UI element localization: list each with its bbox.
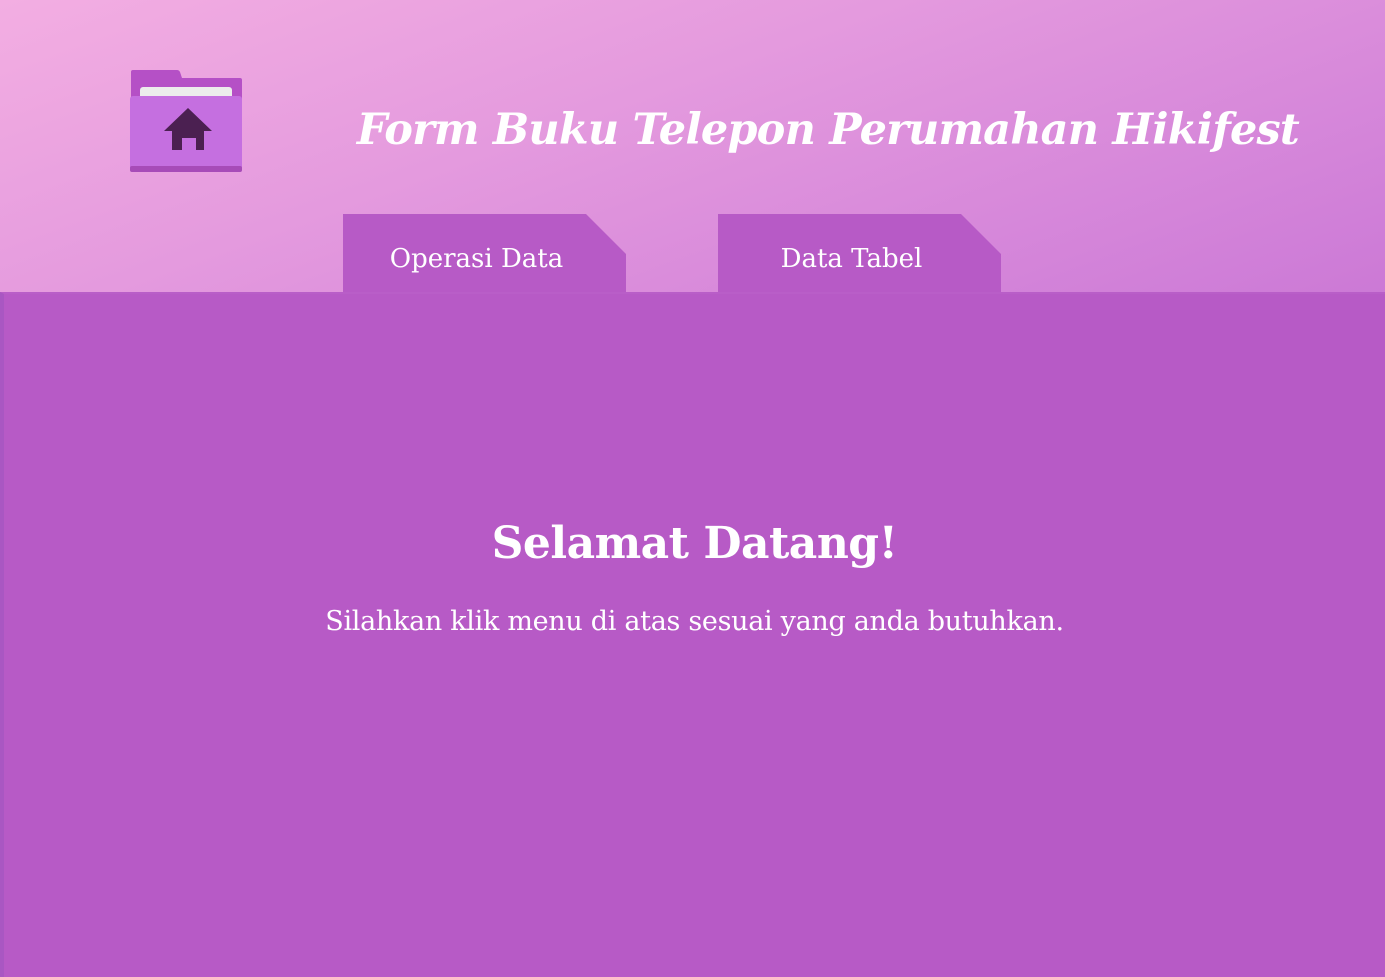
- tab-data-tabel-label: Data Tabel: [780, 244, 923, 274]
- tab-data-tabel[interactable]: Data Tabel: [718, 214, 1001, 294]
- app-title: Form Buku Telepon Perumahan Hikifest: [356, 105, 1300, 155]
- welcome-heading: Selamat Datang!: [491, 518, 898, 569]
- welcome-message: Silahkan klik menu di atas sesuai yang a…: [325, 606, 1064, 637]
- folder-home-icon: [130, 68, 242, 172]
- tab-operasi-data-label: Operasi Data: [389, 244, 564, 274]
- tab-operasi-data[interactable]: Operasi Data: [343, 214, 626, 294]
- main-content-panel: Selamat Datang! Silahkan klik menu di at…: [0, 292, 1385, 977]
